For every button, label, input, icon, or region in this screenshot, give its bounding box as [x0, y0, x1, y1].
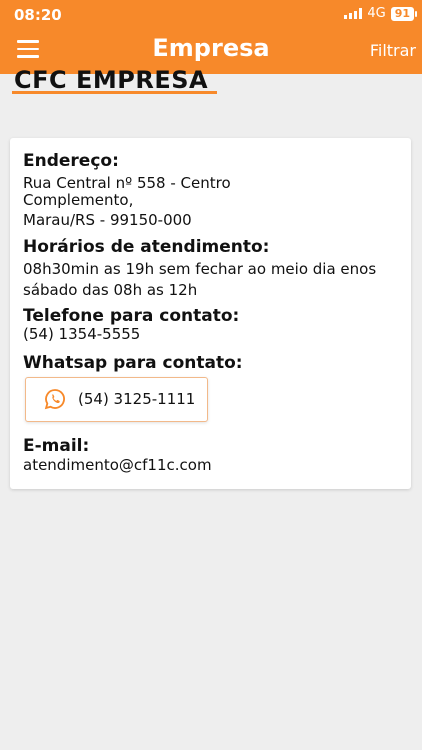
whatsapp-label: Whatsap para contato: — [23, 353, 243, 373]
whatsapp-icon — [44, 389, 65, 410]
whatsapp-number: (54) 3125-1111 — [78, 390, 196, 408]
status-bar: 08:20 4G 91 — [0, 0, 422, 28]
email-label: E-mail: — [23, 436, 90, 456]
company-info-card: Endereço: Rua Central nº 558 - Centro Co… — [10, 138, 411, 489]
address-line-1: Rua Central nº 558 - Centro — [23, 174, 231, 192]
whatsapp-button[interactable]: (54) 3125-1111 — [25, 377, 208, 422]
address-line-3: Marau/RS - 99150-000 — [23, 211, 192, 229]
address-label: Endereço: — [23, 151, 119, 171]
battery-icon: 91 — [390, 6, 418, 21]
hours-line-1: 08h30min as 19h sem fechar ao meio dia e… — [23, 260, 377, 278]
email-address[interactable]: atendimento@cf11c.com — [23, 456, 212, 474]
company-name: CFC EMPRESA — [14, 66, 209, 94]
filter-button[interactable]: Filtrar — [370, 41, 416, 60]
hours-line-2: sábado das 08h as 12h — [23, 281, 198, 299]
status-indicators: 4G 91 — [344, 6, 418, 21]
status-time: 08:20 — [14, 6, 62, 24]
hours-label: Horários de atendimento: — [23, 237, 270, 257]
page-title: Empresa — [152, 34, 270, 62]
company-name-underline — [12, 91, 217, 94]
phone-label: Telefone para contato: — [23, 306, 240, 326]
app-header: 08:20 4G 91 Empresa Filtrar — [0, 0, 422, 74]
network-type: 4G — [367, 6, 386, 21]
signal-icon — [344, 8, 363, 19]
phone-number[interactable]: (54) 1354-5555 — [23, 325, 140, 343]
address-line-2: Complemento, — [23, 191, 134, 209]
